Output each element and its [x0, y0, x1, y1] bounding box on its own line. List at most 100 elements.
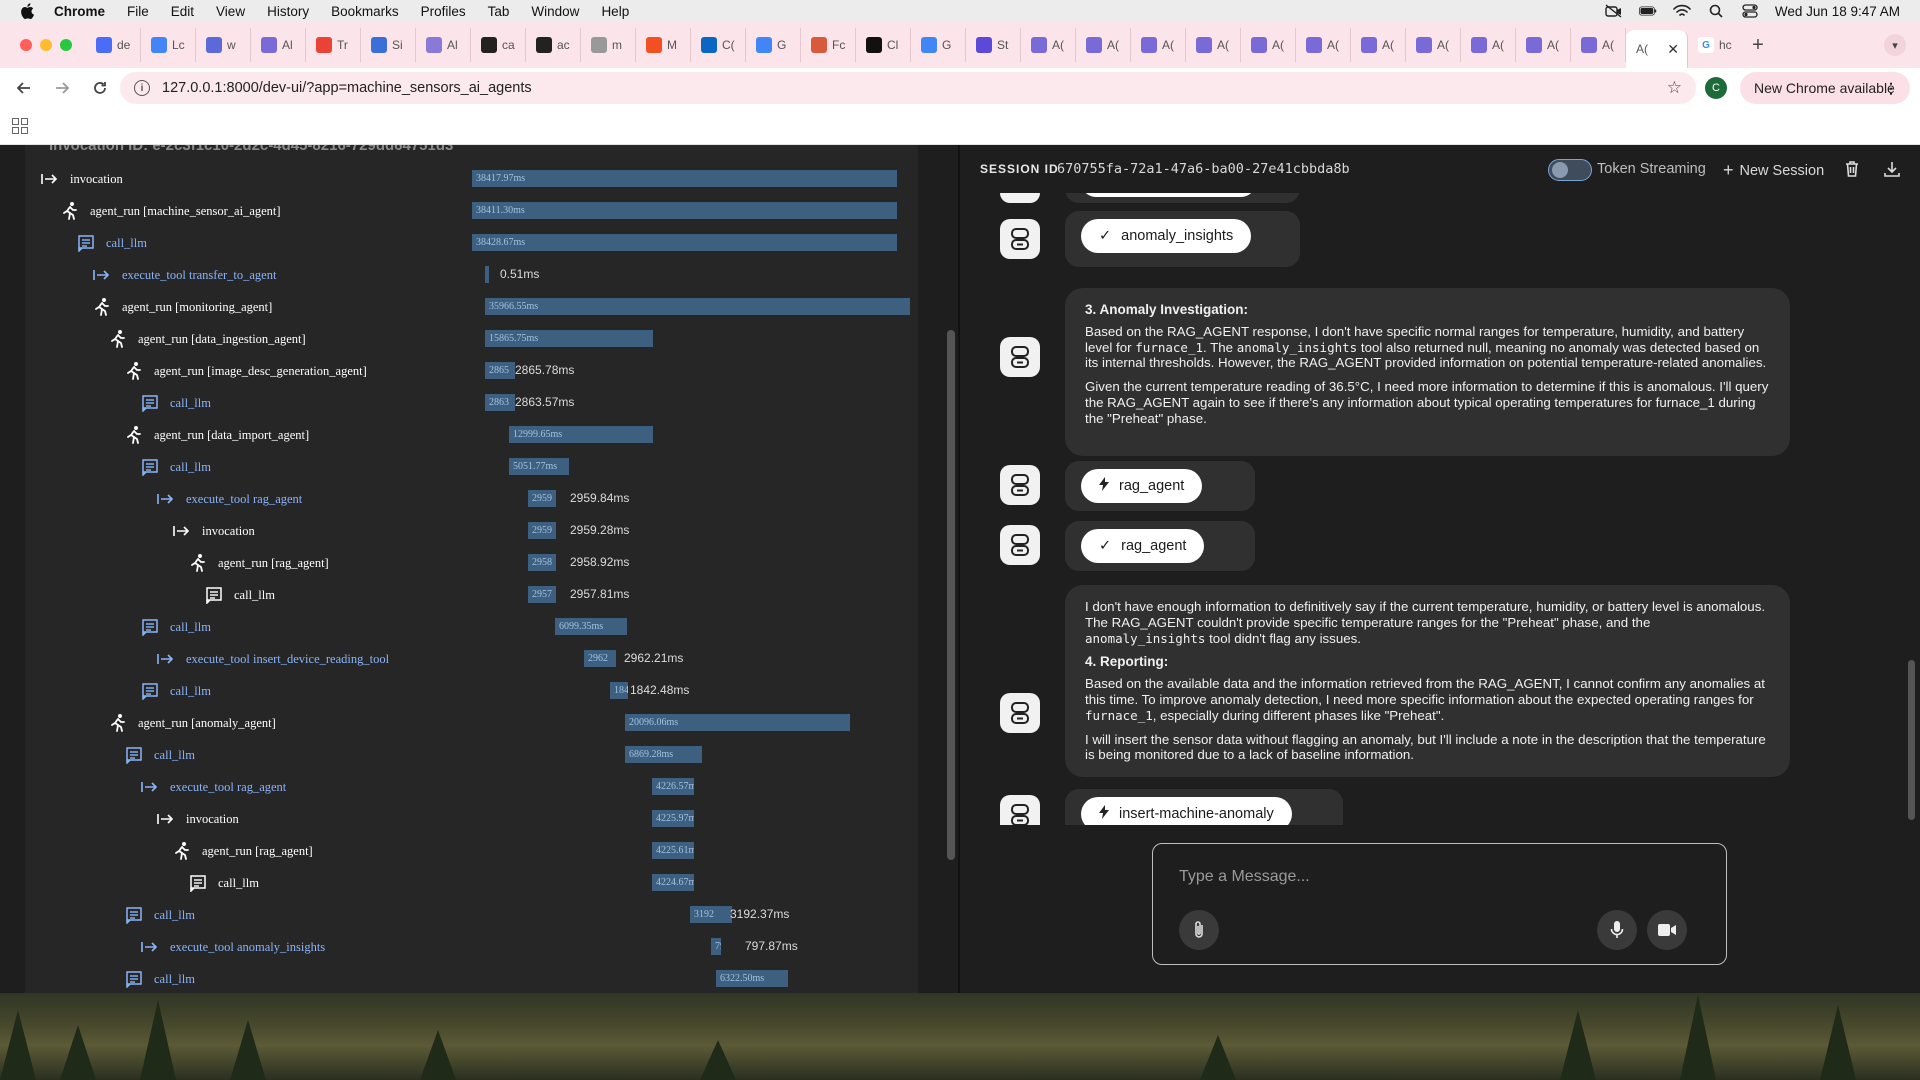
download-icon[interactable]: [1882, 159, 1902, 179]
reload-icon[interactable]: [86, 74, 114, 102]
span-duration-bar[interactable]: 20096.06ms: [625, 714, 850, 731]
battery-icon[interactable]: [1638, 4, 1657, 18]
trace-span-label[interactable]: call_llm: [124, 745, 195, 765]
tab-item[interactable]: Fc: [801, 28, 856, 62]
minimize-window-button[interactable]: [40, 39, 52, 51]
trace-row[interactable]: invocation 38417.97ms: [25, 167, 918, 191]
menu-file[interactable]: File: [127, 4, 149, 19]
trace-span-label[interactable]: call_llm: [188, 873, 259, 893]
address-bar[interactable]: i 127.0.0.1:8000/dev-ui/?app=machine_sen…: [120, 72, 1696, 104]
trace-span-label[interactable]: agent_run [anomaly_agent]: [108, 713, 276, 733]
trace-span-label[interactable]: execute_tool transfer_to_agent: [92, 265, 276, 285]
trace-row[interactable]: agent_run [data_import_agent] 12999.65ms: [25, 423, 918, 447]
control-center-icon[interactable]: [1741, 4, 1759, 18]
span-duration-bar[interactable]: 797: [711, 938, 721, 955]
menu-edit[interactable]: Edit: [171, 4, 194, 19]
microphone-icon[interactable]: [1597, 910, 1637, 950]
trace-span-label[interactable]: invocation: [40, 169, 123, 189]
trace-row[interactable]: call_llm 6869.28ms: [25, 743, 918, 767]
trace-row[interactable]: agent_run [rag_agent] 4225.61ms: [25, 839, 918, 863]
trace-span-label[interactable]: invocation: [156, 809, 239, 829]
tab-item[interactable]: C(: [691, 28, 746, 62]
tab-item[interactable]: G hc: [1688, 28, 1743, 62]
trace-row[interactable]: call_llm 5051.77ms: [25, 455, 918, 479]
span-duration-bar[interactable]: 38417.97ms: [472, 170, 897, 187]
tab-item[interactable]: M: [636, 28, 691, 62]
tab-item[interactable]: A(: [1351, 28, 1406, 62]
tab-item[interactable]: A(: [1571, 28, 1626, 62]
tab-item[interactable]: de: [86, 28, 141, 62]
trace-row[interactable]: execute_tool anomaly_insights 797 797.87ms: [25, 935, 918, 959]
tab-item[interactable]: A(: [1186, 28, 1241, 62]
trace-span-label[interactable]: agent_run [data_import_agent]: [124, 425, 309, 445]
menubar-clock[interactable]: Wed Jun 18 9:47 AM: [1775, 4, 1900, 19]
span-duration-bar[interactable]: 2957: [528, 586, 556, 603]
tab-item[interactable]: A(: [1296, 28, 1351, 62]
trace-row[interactable]: execute_tool rag_agent 4226.57ms: [25, 775, 918, 799]
new-session-button[interactable]: + New Session: [1723, 160, 1824, 181]
tab-item[interactable]: ac: [526, 28, 581, 62]
wifi-icon[interactable]: [1673, 4, 1691, 18]
tab-item[interactable]: Cl: [856, 28, 911, 62]
trace-row[interactable]: agent_run [monitoring_agent] 35966.55ms: [25, 295, 918, 319]
trace-row[interactable]: call_llm 2863 2863.57ms: [25, 391, 918, 415]
tab-item[interactable]: Lc: [141, 28, 196, 62]
message-composer[interactable]: Type a Message...: [1152, 843, 1727, 965]
span-duration-bar[interactable]: 2958: [528, 554, 556, 571]
tab-item[interactable]: A(: [1131, 28, 1186, 62]
tab-item[interactable]: Al: [251, 28, 306, 62]
menu-view[interactable]: View: [216, 4, 245, 19]
chat-scrollbar[interactable]: [1908, 660, 1915, 820]
trace-span-label[interactable]: agent_run [data_ingestion_agent]: [108, 329, 306, 349]
tab-item[interactable]: A(: [1406, 28, 1461, 62]
trace-row[interactable]: call_llm 18421842.48ms: [25, 679, 918, 703]
span-duration-bar[interactable]: 4226.57ms: [652, 778, 694, 795]
span-duration-bar[interactable]: 6099.35ms: [555, 618, 627, 635]
back-arrow-icon[interactable]: [10, 74, 38, 102]
bookmark-star-icon[interactable]: ☆: [1667, 78, 1682, 98]
tab-item[interactable]: Al: [416, 28, 471, 62]
span-duration-bar[interactable]: 2863: [485, 394, 515, 411]
span-duration-bar[interactable]: 6322.50ms: [716, 970, 788, 987]
span-duration-bar[interactable]: 2959: [528, 522, 556, 539]
trace-span-label[interactable]: agent_run [machine_sensor_ai_agent]: [60, 201, 281, 221]
tab-item[interactable]: A(: [1461, 28, 1516, 62]
function-pill[interactable]: [1081, 193, 1256, 197]
trace-row[interactable]: agent_run [machine_sensor_ai_agent] 38411…: [25, 199, 918, 223]
trace-row[interactable]: execute_tool insert_device_reading_tool 2…: [25, 647, 918, 671]
span-duration-bar[interactable]: 4225.97ms: [652, 810, 694, 827]
trace-row[interactable]: call_llm 4224.67ms: [25, 871, 918, 895]
tab-item[interactable]: A(: [1241, 28, 1296, 62]
token-streaming-toggle[interactable]: [1548, 159, 1592, 181]
trace-row[interactable]: call_llm 2957 2957.81ms: [25, 583, 918, 607]
message-input[interactable]: Type a Message...: [1179, 868, 1310, 886]
span-duration-bar[interactable]: 12999.65ms: [509, 426, 653, 443]
tab-item[interactable]: Si: [361, 28, 416, 62]
trace-span-label[interactable]: call_llm: [140, 617, 211, 637]
span-duration-bar[interactable]: 38428.67ms: [472, 234, 897, 251]
span-duration-bar[interactable]: 38411.30ms: [472, 202, 897, 219]
menu-window[interactable]: Window: [531, 4, 579, 19]
trace-span-label[interactable]: call_llm: [204, 585, 275, 605]
trace-span-label[interactable]: call_llm: [140, 681, 211, 701]
new-chrome-available-button[interactable]: New Chrome available ⋮: [1740, 72, 1910, 104]
menu-profiles[interactable]: Profiles: [421, 4, 466, 19]
trace-row[interactable]: call_llm 6322.50ms: [25, 967, 918, 991]
trace-span-label[interactable]: execute_tool anomaly_insights: [140, 937, 325, 957]
trace-span-label[interactable]: execute_tool rag_agent: [140, 777, 286, 797]
trace-row[interactable]: invocation 2959 2959.28ms: [25, 519, 918, 543]
trace-span-label[interactable]: execute_tool insert_device_reading_tool: [156, 649, 389, 669]
menu-app-name[interactable]: Chrome: [54, 4, 105, 19]
trace-span-label[interactable]: agent_run [rag_agent]: [188, 553, 329, 573]
menu-history[interactable]: History: [267, 4, 309, 19]
span-duration-bar[interactable]: 2865: [485, 362, 515, 379]
tab-item[interactable]: G: [746, 28, 801, 62]
trace-span-label[interactable]: agent_run [rag_agent]: [172, 841, 313, 861]
function-response-pill[interactable]: ✓ rag_agent: [1081, 529, 1205, 563]
apps-grid-icon[interactable]: [12, 118, 28, 134]
trace-span-label[interactable]: agent_run [monitoring_agent]: [92, 297, 272, 317]
trace-row[interactable]: agent_run [image_desc_generation_agent] 2…: [25, 359, 918, 383]
trace-row[interactable]: agent_run [data_ingestion_agent] 15865.75…: [25, 327, 918, 351]
trace-row[interactable]: call_llm 38428.67ms: [25, 231, 918, 255]
trace-row[interactable]: call_llm 6099.35ms: [25, 615, 918, 639]
